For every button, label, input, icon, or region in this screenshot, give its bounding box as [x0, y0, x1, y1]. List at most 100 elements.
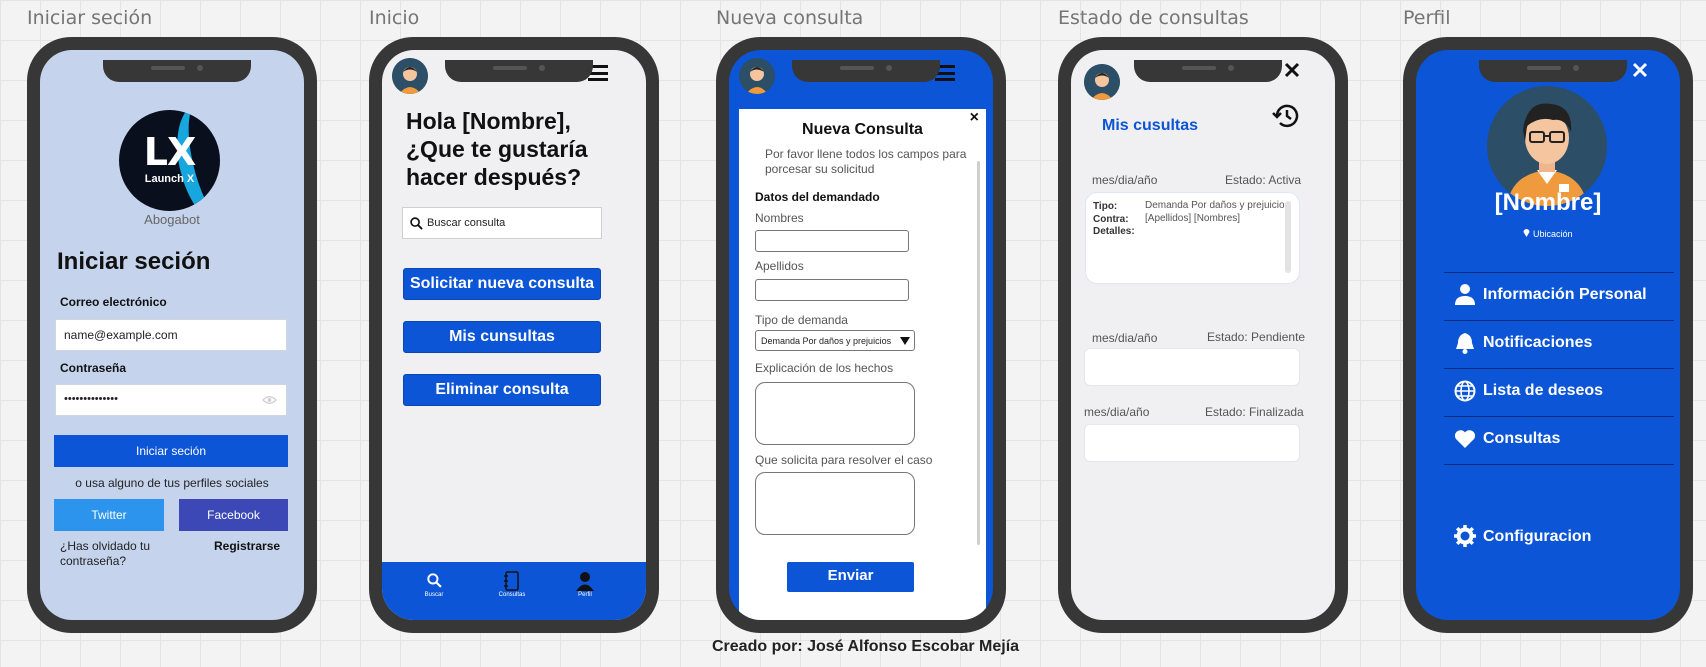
- type-select[interactable]: Demanda Por daños y prejuicios: [755, 330, 915, 351]
- home-screen: Hola [Nombre], ¿Que te gustaría hacer de…: [382, 50, 646, 620]
- facts-label: Explicación de los hechos: [755, 361, 894, 375]
- phone-notch: [1479, 60, 1628, 82]
- status-screen: Mis cusultas mes/dia/año Estado: Activa …: [1071, 50, 1335, 620]
- bottom-nav: Buscar Consultas Perfil: [382, 562, 646, 620]
- submit-button[interactable]: Enviar: [787, 562, 914, 592]
- close-icon[interactable]: [1632, 62, 1648, 78]
- screen-title-status: Estado de consultas: [1058, 7, 1249, 29]
- globe-icon: [1454, 380, 1476, 402]
- gear-icon: [1454, 525, 1476, 547]
- consult-card-finished[interactable]: [1084, 424, 1300, 462]
- card2-date: mes/dia/año: [1092, 331, 1158, 345]
- card-tipo-value: Demanda Por daños y prejuicios: [1145, 200, 1290, 211]
- profile-avatar: [1487, 86, 1607, 206]
- profile-location-text: Ubicación: [1532, 229, 1573, 239]
- names-field[interactable]: [755, 230, 909, 252]
- status-heading: Mis cusultas: [1102, 117, 1199, 134]
- history-icon[interactable]: [1271, 101, 1301, 131]
- card-scrollbar[interactable]: [1285, 201, 1291, 273]
- card2-status: Estado: Pendiente: [1207, 330, 1306, 344]
- screen-title-login: Iniciar seción: [27, 7, 153, 29]
- forgot-password-link[interactable]: ¿Has olvidado tu contraseña?: [60, 539, 170, 569]
- phone-home: Hola [Nombre], ¿Que te gustaría hacer de…: [369, 37, 659, 633]
- new-consult-screen: × Nueva Consulta Por favor llene todos l…: [729, 50, 993, 620]
- modal-scrollbar[interactable]: [977, 161, 980, 545]
- facts-textarea[interactable]: [755, 382, 915, 445]
- login-heading: Iniciar seción: [57, 248, 211, 275]
- eye-icon[interactable]: [262, 395, 277, 405]
- request-textarea[interactable]: [755, 472, 915, 535]
- phone-notch: [445, 60, 594, 82]
- search-icon: [410, 217, 423, 230]
- password-label: Contraseña: [60, 361, 127, 375]
- search-icon[interactable]: [427, 573, 442, 588]
- profile-item-personal-info[interactable]: Información Personal: [1483, 286, 1647, 304]
- profile-location: Ubicación: [1416, 228, 1680, 239]
- nav-label-consults[interactable]: Consultas: [492, 592, 532, 598]
- card3-date: mes/dia/año: [1084, 405, 1150, 419]
- card-detalles-label: Detalles:: [1093, 226, 1135, 237]
- notebook-icon[interactable]: [504, 571, 520, 591]
- section-heading: Datos del demandado: [755, 190, 880, 204]
- login-screen: LX Launch X Abogabot Iniciar seción Corr…: [40, 50, 304, 620]
- profile-item-notifications[interactable]: Notificaciones: [1483, 334, 1592, 352]
- profile-item-consults[interactable]: Consultas: [1483, 430, 1560, 448]
- screen-title-home: Inicio: [369, 7, 420, 29]
- password-field[interactable]: ••••••••••••••: [55, 384, 287, 416]
- email-label: Correo electrónico: [60, 295, 167, 309]
- email-field[interactable]: name@example.com: [55, 319, 287, 351]
- close-icon[interactable]: [1284, 62, 1300, 78]
- phone-profile: [Nombre] Ubicación Información Personal …: [1403, 37, 1693, 633]
- facebook-button[interactable]: Facebook: [179, 499, 288, 531]
- surnames-label: Apellidos: [755, 259, 804, 273]
- type-label: Tipo de demanda: [755, 313, 848, 327]
- screen-title-profile: Perfil: [1403, 7, 1451, 29]
- search-placeholder: Buscar consulta: [427, 217, 506, 229]
- phone-notch: [103, 60, 252, 82]
- settings-link[interactable]: Configuracion: [1483, 528, 1591, 546]
- search-input[interactable]: Buscar consulta: [402, 207, 602, 239]
- location-pin-icon: [1523, 229, 1530, 237]
- chevron-down-icon: [900, 337, 910, 345]
- my-consults-button[interactable]: Mis cunsultas: [403, 321, 601, 353]
- type-select-value: Demanda Por daños y prejuicios: [761, 336, 892, 346]
- twitter-button[interactable]: Twitter: [54, 499, 164, 531]
- profile-name: [Nombre]: [1494, 189, 1602, 216]
- avatar[interactable]: [392, 58, 428, 94]
- modal-title: Nueva Consulta: [802, 121, 923, 138]
- card3-status: Estado: Finalizada: [1205, 405, 1304, 419]
- greeting: Hola [Nombre], ¿Que te gustaría hacer de…: [406, 108, 588, 190]
- surnames-field[interactable]: [755, 279, 909, 301]
- register-link[interactable]: Registrarse: [214, 539, 280, 553]
- phone-notch: [1134, 60, 1283, 82]
- social-text: o usa alguno de tus perfiles sociales: [75, 476, 269, 490]
- login-button[interactable]: Iniciar seción: [54, 435, 288, 467]
- card1-status: Estado: Activa: [1225, 173, 1302, 187]
- screen-title-new: Nueva consulta: [716, 7, 864, 29]
- app-logo: LX Launch X: [119, 110, 220, 211]
- user-icon[interactable]: [576, 571, 594, 591]
- password-value: ••••••••••••••: [64, 393, 118, 405]
- phone-new-consult: × Nueva Consulta Por favor llene todos l…: [716, 37, 1006, 633]
- avatar[interactable]: [1084, 64, 1120, 100]
- card-contra-value: [Apellidos] [Nombres]: [1145, 213, 1241, 224]
- consult-card-pending[interactable]: [1084, 348, 1300, 386]
- profile-screen: [Nombre] Ubicación Información Personal …: [1416, 50, 1680, 620]
- phone-status: Mis cusultas mes/dia/año Estado: Activa …: [1058, 37, 1348, 633]
- phone-login: LX Launch X Abogabot Iniciar seción Corr…: [27, 37, 317, 633]
- nav-label-profile[interactable]: Perfil: [565, 592, 605, 598]
- nav-label-search[interactable]: Buscar: [414, 592, 454, 598]
- author-credit: Creado por: José Alfonso Escobar Mejía: [712, 638, 1020, 655]
- request-label: Que solicita para resolver el caso: [755, 453, 933, 467]
- card1-date: mes/dia/año: [1092, 173, 1158, 187]
- new-consult-button[interactable]: Solicitar nueva consulta: [403, 268, 601, 300]
- delete-consult-button[interactable]: Eliminar consulta: [403, 374, 601, 406]
- avatar[interactable]: [739, 58, 775, 94]
- app-name: Abogabot: [144, 212, 200, 227]
- profile-item-wishlist[interactable]: Lista de deseos: [1483, 382, 1603, 400]
- bell-icon: [1456, 333, 1474, 354]
- consult-card-active[interactable]: Tipo: Demanda Por daños y prejuicios Con…: [1085, 192, 1300, 284]
- card-tipo-label: Tipo:: [1093, 201, 1118, 212]
- names-label: Nombres: [755, 211, 804, 225]
- user-icon: [1455, 284, 1475, 305]
